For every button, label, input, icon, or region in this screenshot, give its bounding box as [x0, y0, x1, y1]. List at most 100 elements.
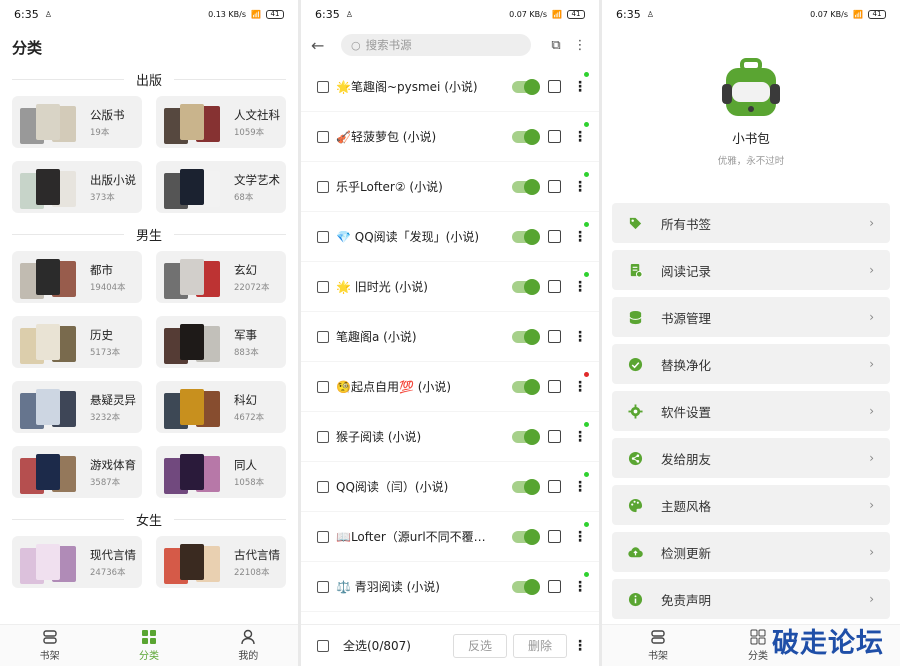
source-row[interactable]: ⚖️ 青羽阅读 (小说) ⋮ [301, 562, 599, 612]
overflow-menu-icon[interactable]: ⋮ [573, 639, 587, 653]
back-arrow-icon[interactable]: ← [311, 36, 333, 55]
enable-toggle[interactable] [512, 78, 540, 95]
row-menu-icon[interactable]: ⋮ [573, 80, 587, 94]
mine-screen: 6:35 ♙ 0.07 KB/s 📶 41 小书包 优雅，永不过时 所有书签 › 阅读记录… [602, 0, 900, 666]
database-icon [629, 310, 642, 324]
category-card[interactable]: 悬疑灵异 3232本 [12, 381, 142, 433]
source-row[interactable]: 猴子阅读 (小说) ⋮ [301, 412, 599, 462]
row-menu-icon[interactable]: ⋮ [573, 180, 587, 194]
row-menu-icon[interactable]: ⋮ [573, 130, 587, 144]
cover-stack [20, 540, 80, 584]
edit-icon[interactable] [548, 280, 561, 293]
edit-icon[interactable] [548, 180, 561, 193]
overflow-menu-icon[interactable]: ⋮ [571, 38, 589, 53]
edit-icon[interactable] [548, 130, 561, 143]
nav-mine[interactable]: 我的 [218, 629, 278, 662]
source-checkbox[interactable] [317, 430, 329, 443]
row-menu-icon[interactable]: ⋮ [573, 280, 587, 294]
menu-item-info[interactable]: 免责声明 › [612, 579, 890, 619]
source-row[interactable]: QQ阅读（闫）(小说) ⋮ [301, 462, 599, 512]
menu-item-clean[interactable]: 替换净化 › [612, 344, 890, 384]
source-row[interactable]: 🎻轻菠萝包 (小说) ⋮ [301, 112, 599, 162]
source-checkbox[interactable] [317, 230, 329, 243]
enable-toggle[interactable] [512, 228, 540, 245]
category-card[interactable]: 科幻 4672本 [156, 381, 286, 433]
invert-selection-button[interactable]: 反选 [452, 633, 507, 658]
notification-icon: ♙ [345, 9, 353, 19]
category-card[interactable]: 人文社科 1059本 [156, 96, 286, 148]
enable-toggle[interactable] [512, 178, 540, 195]
enable-toggle[interactable] [512, 528, 540, 545]
edit-icon[interactable] [548, 80, 561, 93]
category-card[interactable]: 同人 1058本 [156, 446, 286, 498]
category-card[interactable]: 都市 19404本 [12, 251, 142, 303]
edit-icon[interactable] [548, 530, 561, 543]
menu-item-palette[interactable]: 主题风格 › [612, 485, 890, 525]
source-checkbox[interactable] [317, 80, 329, 93]
edit-icon[interactable] [548, 480, 561, 493]
source-checkbox[interactable] [317, 280, 329, 293]
search-input[interactable]: ○ 搜索书源 [341, 34, 531, 56]
row-menu-icon[interactable]: ⋮ [573, 430, 587, 444]
menu-item-history[interactable]: 阅读记录 › [612, 250, 890, 290]
enable-toggle[interactable] [512, 478, 540, 495]
nav-shelf[interactable]: 书架 [20, 629, 80, 662]
category-card[interactable]: 公版书 19本 [12, 96, 142, 148]
menu-item-database[interactable]: 书源管理 › [612, 297, 890, 337]
edit-icon[interactable] [548, 580, 561, 593]
enable-toggle[interactable] [512, 428, 540, 445]
enable-toggle[interactable] [512, 278, 540, 295]
row-menu-icon[interactable]: ⋮ [573, 530, 587, 544]
source-row[interactable]: 乐乎Lofter② (小说) ⋮ [301, 162, 599, 212]
status-bar: 6:35 ♙ 0.07 KB/s 📶 41 [602, 0, 900, 28]
category-count: 4672本 [234, 412, 265, 423]
nav-label: 分类 [138, 651, 159, 662]
group-icon[interactable]: ⧉ [547, 38, 565, 53]
category-card[interactable]: 游戏体育 3587本 [12, 446, 142, 498]
category-card[interactable]: 古代言情 22108本 [156, 536, 286, 588]
edit-icon[interactable] [548, 380, 561, 393]
source-checkbox[interactable] [317, 580, 329, 593]
source-row[interactable]: 💎 QQ阅读「发现」(小说) ⋮ [301, 212, 599, 262]
source-row[interactable]: 笔趣阁a (小说) ⋮ [301, 312, 599, 362]
menu-item-cloud-upload[interactable]: 检测更新 › [612, 532, 890, 572]
cover-stack [20, 450, 80, 494]
row-menu-icon[interactable]: ⋮ [573, 480, 587, 494]
row-menu-icon[interactable]: ⋮ [573, 380, 587, 394]
enable-toggle[interactable] [512, 578, 540, 595]
row-menu-icon[interactable]: ⋮ [573, 580, 587, 594]
menu-item-tag[interactable]: 所有书签 › [612, 203, 890, 243]
category-card[interactable]: 玄幻 22072本 [156, 251, 286, 303]
enable-toggle[interactable] [512, 378, 540, 395]
enable-toggle[interactable] [512, 328, 540, 345]
enable-toggle[interactable] [512, 128, 540, 145]
category-card[interactable]: 历史 5173本 [12, 316, 142, 368]
source-checkbox[interactable] [317, 330, 329, 343]
edit-icon[interactable] [548, 230, 561, 243]
edit-icon[interactable] [548, 430, 561, 443]
source-checkbox[interactable] [317, 380, 329, 393]
row-menu-icon[interactable]: ⋮ [573, 330, 587, 344]
category-card[interactable]: 文学艺术 68本 [156, 161, 286, 213]
source-row[interactable]: 📖Lofter（源url不同不覆… ⋮ [301, 512, 599, 562]
row-menu-icon[interactable]: ⋮ [573, 230, 587, 244]
nav-category[interactable]: 分类 [119, 629, 179, 662]
nav-shelf[interactable]: 书架 [628, 629, 688, 662]
source-row[interactable]: 🌟 旧时光 (小说) ⋮ [301, 262, 599, 312]
source-checkbox[interactable] [317, 180, 329, 193]
source-row[interactable]: 🌟笔趣阁~pysmei (小说) ⋮ [301, 62, 599, 112]
menu-item-share[interactable]: 发给朋友 › [612, 438, 890, 478]
edit-icon[interactable] [548, 330, 561, 343]
grid-icon [141, 630, 156, 644]
gear-icon [628, 403, 643, 419]
category-card[interactable]: 出版小说 373本 [12, 161, 142, 213]
category-card[interactable]: 军事 883本 [156, 316, 286, 368]
source-checkbox[interactable] [317, 480, 329, 493]
source-row[interactable]: 🧐起点自用💯 (小说) ⋮ [301, 362, 599, 412]
source-checkbox[interactable] [317, 530, 329, 543]
menu-item-gear[interactable]: 软件设置 › [612, 391, 890, 431]
category-card[interactable]: 现代言情 24736本 [12, 536, 142, 588]
select-all-checkbox[interactable] [317, 639, 329, 652]
source-checkbox[interactable] [317, 130, 329, 143]
delete-button[interactable]: 删除 [512, 633, 567, 658]
